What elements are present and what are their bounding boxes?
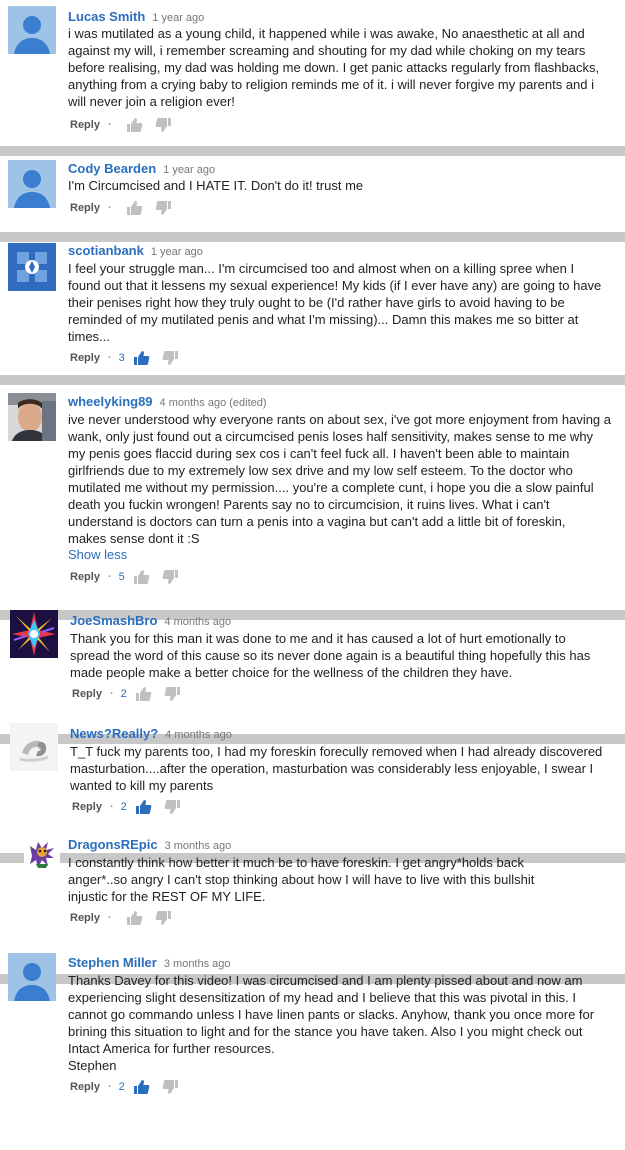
avatar[interactable] bbox=[8, 953, 56, 1001]
like-count: 3 bbox=[118, 352, 125, 365]
thumbs-up-icon[interactable] bbox=[126, 117, 143, 133]
author-name[interactable]: DragonsREpic bbox=[68, 837, 158, 852]
avatar[interactable] bbox=[24, 834, 60, 870]
separator-dot: · bbox=[107, 119, 112, 132]
thumbs-up-icon[interactable] bbox=[133, 350, 150, 366]
reply-button[interactable]: Reply bbox=[70, 910, 100, 926]
comment-actions: Reply · bbox=[70, 117, 172, 133]
comment-item: JoeSmashBro 4 months ago Thank you for thi… bbox=[0, 610, 625, 734]
comment-text: I'm Circumcised and I HATE IT. Don't do … bbox=[68, 178, 364, 193]
comment-divider bbox=[0, 232, 625, 242]
avatar[interactable] bbox=[8, 160, 56, 208]
reply-button[interactable]: Reply bbox=[72, 799, 102, 815]
comment-item: Stephen Miller 3 months ago Thanks Davey f… bbox=[0, 953, 625, 1150]
reply-button[interactable]: Reply bbox=[70, 200, 100, 216]
comment-actions: Reply · 3 bbox=[70, 350, 179, 366]
comment-timestamp[interactable]: 4 months ago bbox=[165, 729, 232, 741]
thumbs-up-icon[interactable] bbox=[135, 686, 152, 702]
comment-actions: Reply · 2 bbox=[72, 799, 181, 815]
author-name[interactable]: wheelyking89 bbox=[68, 394, 153, 409]
reply-button[interactable]: Reply bbox=[70, 1079, 100, 1095]
comment-divider bbox=[0, 375, 625, 385]
thumbs-up-icon[interactable] bbox=[135, 799, 152, 815]
comment-timestamp[interactable]: 1 year ago bbox=[152, 12, 204, 24]
thumbs-down-icon[interactable] bbox=[162, 350, 179, 366]
avatar[interactable] bbox=[8, 6, 56, 54]
show-less-link[interactable]: Show less bbox=[68, 546, 127, 563]
thumbs-down-icon[interactable] bbox=[155, 200, 172, 216]
comment-divider bbox=[0, 146, 625, 156]
author-name[interactable]: News?Really? bbox=[70, 726, 158, 741]
logo-avatar-icon bbox=[10, 723, 58, 771]
avatar[interactable] bbox=[8, 243, 56, 291]
comment-actions: Reply · 5 bbox=[70, 569, 179, 585]
reply-button[interactable]: Reply bbox=[70, 117, 100, 133]
thumbs-up-icon[interactable] bbox=[133, 1079, 150, 1095]
comment-actions: Reply · 2 bbox=[70, 1079, 179, 1095]
thumbs-up-icon[interactable] bbox=[133, 569, 150, 585]
default-avatar-icon bbox=[8, 953, 56, 1001]
separator-dot: · bbox=[107, 1081, 112, 1094]
comment-text: i was mutilated as a young child, it hap… bbox=[68, 26, 600, 109]
comment-timestamp[interactable]: 1 year ago bbox=[163, 164, 215, 176]
thumbs-down-icon[interactable] bbox=[164, 799, 181, 815]
abstract-avatar-icon bbox=[10, 610, 58, 658]
author-name[interactable]: scotianbank bbox=[68, 243, 144, 258]
comment-text: I feel your struggle man... I'm circumci… bbox=[68, 261, 602, 344]
comment-item: scotianbank 1 year ago I feel your struggl… bbox=[0, 242, 625, 375]
thumbs-up-icon[interactable] bbox=[126, 200, 143, 216]
reply-button[interactable]: Reply bbox=[70, 350, 100, 366]
avatar[interactable] bbox=[10, 610, 58, 658]
comment-actions: Reply · 2 bbox=[72, 686, 181, 702]
reply-button[interactable]: Reply bbox=[70, 569, 100, 585]
author-name[interactable]: JoeSmashBro bbox=[70, 613, 157, 628]
thumbs-down-icon[interactable] bbox=[155, 910, 172, 926]
author-name[interactable]: Cody Bearden bbox=[68, 161, 156, 176]
comment-text: Thanks Davey for this video! I was circu… bbox=[68, 973, 595, 1073]
dragon-avatar-icon bbox=[24, 834, 60, 870]
comment-timestamp[interactable]: 3 months ago bbox=[164, 958, 231, 970]
like-count: 2 bbox=[120, 688, 127, 701]
thumbs-down-icon[interactable] bbox=[162, 569, 179, 585]
comment-list: Lucas Smith 1 year ago i was mutilated as … bbox=[0, 0, 625, 1150]
like-count: 5 bbox=[118, 571, 125, 584]
scotianbank-avatar-icon bbox=[8, 243, 56, 291]
comment-timestamp[interactable]: 4 months ago bbox=[164, 616, 231, 628]
default-avatar-icon bbox=[8, 160, 56, 208]
author-name[interactable]: Lucas Smith bbox=[68, 9, 145, 24]
photo-avatar-icon bbox=[8, 393, 56, 441]
comment-item: Cody Bearden 1 year ago I'm Circumcised an… bbox=[0, 156, 625, 232]
separator-dot: · bbox=[107, 571, 112, 584]
comment-timestamp[interactable]: 1 year ago bbox=[151, 246, 203, 258]
separator-dot: · bbox=[107, 202, 112, 215]
thumbs-down-icon[interactable] bbox=[155, 117, 172, 133]
avatar[interactable] bbox=[8, 393, 56, 441]
comment-actions: Reply · bbox=[70, 200, 172, 216]
avatar[interactable] bbox=[10, 723, 58, 771]
like-count: 2 bbox=[120, 801, 127, 814]
comment-text: T_T fuck my parents too, I had my foresk… bbox=[70, 744, 603, 793]
separator-dot: · bbox=[107, 912, 112, 925]
comment-text: I constantly think how better it much be… bbox=[68, 855, 535, 904]
comment-item: Lucas Smith 1 year ago i was mutilated as … bbox=[0, 0, 625, 146]
comment-actions: Reply · bbox=[70, 910, 172, 926]
thumbs-up-icon[interactable] bbox=[126, 910, 143, 926]
comment-item: wheelyking89 4 months ago (edited) ive nev… bbox=[0, 385, 625, 610]
comment-timestamp[interactable]: 3 months ago bbox=[165, 840, 232, 852]
author-name[interactable]: Stephen Miller bbox=[68, 955, 157, 970]
comment-timestamp[interactable]: 4 months ago (edited) bbox=[160, 397, 267, 409]
comment-text: Thank you for this man it was done to me… bbox=[70, 631, 591, 680]
thumbs-down-icon[interactable] bbox=[162, 1079, 179, 1095]
thumbs-down-icon[interactable] bbox=[164, 686, 181, 702]
reply-button[interactable]: Reply bbox=[72, 686, 102, 702]
default-avatar-icon bbox=[8, 6, 56, 54]
separator-dot: · bbox=[107, 352, 112, 365]
separator-dot: · bbox=[109, 688, 114, 701]
like-count: 2 bbox=[118, 1081, 125, 1094]
comment-text: ive never understood why everyone rants … bbox=[68, 412, 612, 546]
separator-dot: · bbox=[109, 801, 114, 814]
